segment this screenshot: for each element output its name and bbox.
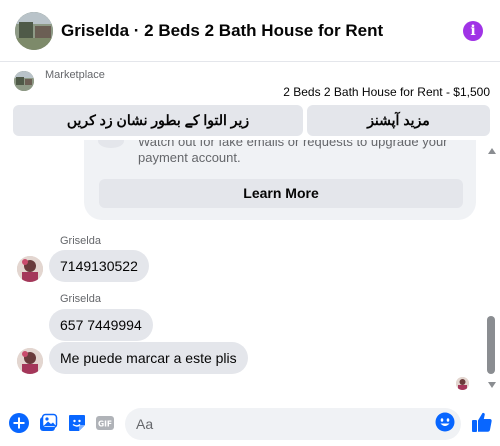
safety-tip-card: Watch out for fake emails or requests to…: [84, 140, 476, 220]
message-input[interactable]: [125, 408, 461, 440]
listing-avatar[interactable]: [15, 12, 53, 50]
scroll-thumb[interactable]: [487, 316, 495, 374]
message-bubble[interactable]: 7149130522: [49, 250, 149, 282]
safety-warning-text: Watch out for fake emails or requests to…: [138, 140, 448, 165]
scroll-up-arrow-icon[interactable]: [488, 148, 496, 154]
info-icon[interactable]: i: [463, 21, 483, 41]
message-bubble[interactable]: Me puede marcar a este plis: [49, 342, 248, 374]
sticker-icon[interactable]: [67, 413, 87, 433]
composer: GIF: [0, 404, 500, 446]
photo-icon[interactable]: [38, 413, 58, 433]
scroll-down-arrow-icon[interactable]: [488, 382, 496, 388]
seen-avatar: [456, 377, 469, 390]
message-thread: Watch out for fake emails or requests to…: [0, 140, 484, 404]
mark-pending-button[interactable]: زیر التوا کے بطور نشان زد کریں: [13, 105, 303, 136]
shield-icon: [98, 140, 124, 148]
marketplace-avatar: [14, 71, 34, 91]
chat-header: Griselda · 2 Beds 2 Bath House for Rent …: [0, 0, 500, 62]
avatar[interactable]: [17, 348, 43, 374]
gif-icon[interactable]: GIF: [95, 413, 115, 433]
thread-scrollbar[interactable]: [484, 140, 500, 404]
emoji-icon[interactable]: [435, 412, 455, 432]
sender-name: Griselda: [60, 293, 101, 305]
plus-icon[interactable]: [9, 413, 29, 433]
thumbs-up-icon[interactable]: [471, 411, 492, 432]
message-bubble[interactable]: 657 7449994: [49, 309, 153, 341]
avatar[interactable]: [17, 256, 43, 282]
conversation-title[interactable]: Griselda · 2 Beds 2 Bath House for Rent: [61, 21, 383, 41]
more-options-button[interactable]: مزید آپشنز: [307, 105, 490, 136]
marketplace-label: Marketplace: [45, 69, 105, 81]
svg-text:GIF: GIF: [98, 420, 112, 429]
learn-more-button[interactable]: Learn More: [99, 179, 463, 208]
listing-title[interactable]: 2 Beds 2 Bath House for Rent - $1,500: [283, 85, 490, 99]
sender-name: Griselda: [60, 235, 101, 247]
